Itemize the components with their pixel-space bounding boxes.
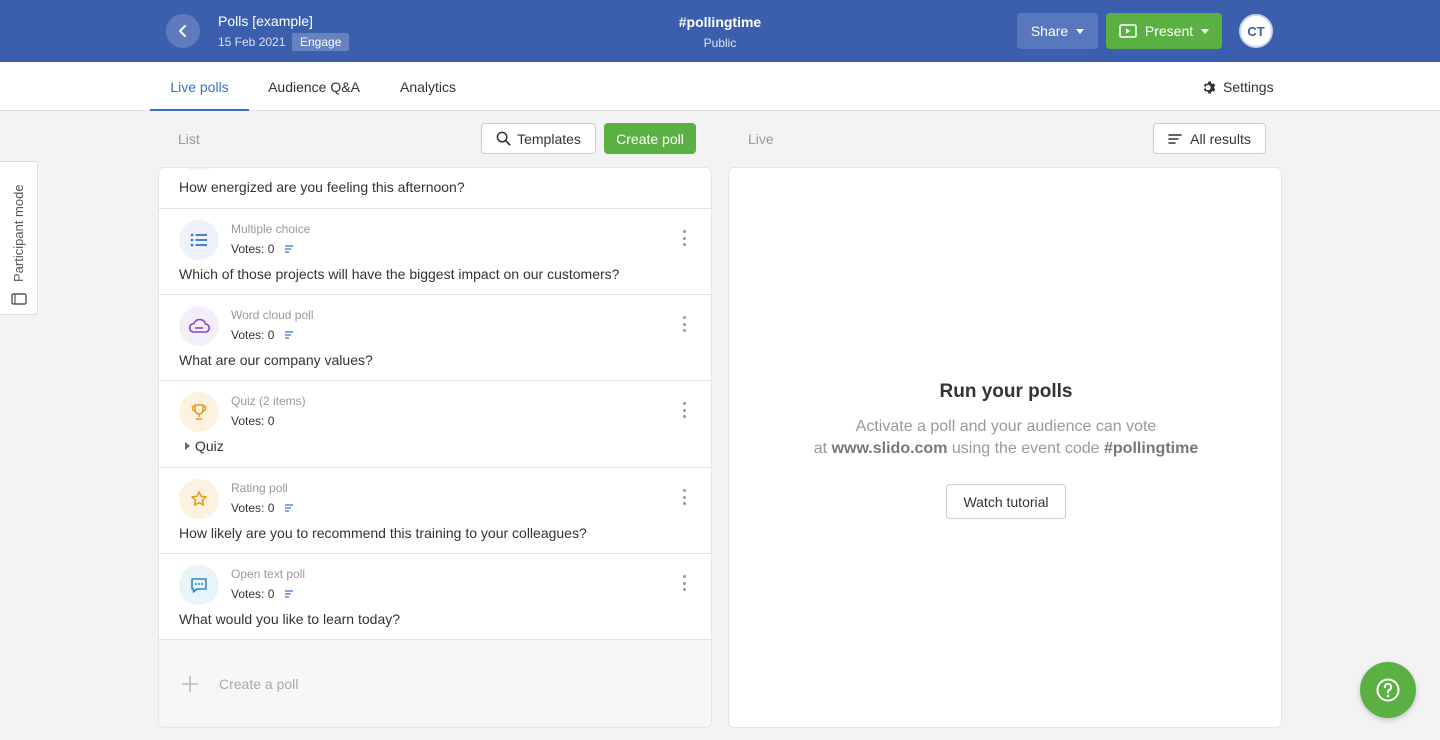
more-options-icon[interactable] <box>676 573 692 593</box>
poll-question: What are our company values? <box>179 352 373 368</box>
poll-votes: Votes: 0 <box>231 414 274 428</box>
poll-question: How energized are you feeling this after… <box>179 179 465 195</box>
star-icon <box>179 479 219 519</box>
results-icon <box>285 590 294 598</box>
user-avatar[interactable]: CT <box>1239 14 1273 48</box>
list-item[interactable]: Word cloud poll Votes: 0 What are our co… <box>159 295 711 381</box>
cloud-icon <box>179 306 219 346</box>
all-results-label: All results <box>1190 130 1251 147</box>
present-label: Present <box>1144 23 1194 39</box>
device-icon <box>11 293 27 305</box>
list-item[interactable]: Quiz (2 items) Votes: 0 Quiz <box>159 381 711 468</box>
help-button[interactable] <box>1360 662 1416 718</box>
caret-right-icon <box>185 442 190 450</box>
event-title[interactable]: Polls [example] <box>218 13 313 29</box>
event-code-hint: #pollingtime <box>1104 440 1199 457</box>
poll-list-panel: How energized are you feeling this after… <box>158 167 712 728</box>
hint-mid: using the event code <box>947 440 1104 457</box>
back-button[interactable] <box>166 14 200 48</box>
participant-mode-tab[interactable]: Participant mode <box>0 161 38 315</box>
participant-mode-label: Participant mode <box>11 184 26 282</box>
poll-question: Which of those projects will have the bi… <box>179 266 620 282</box>
tab-analytics[interactable]: Analytics <box>387 62 469 111</box>
live-section-label: Live <box>748 131 774 147</box>
all-results-button[interactable]: All results <box>1153 123 1266 154</box>
more-options-icon[interactable] <box>676 314 692 334</box>
poll-type: Word cloud poll <box>231 308 314 322</box>
poll-type: Multiple choice <box>231 222 311 236</box>
watch-tutorial-button[interactable]: Watch tutorial <box>946 484 1066 519</box>
gear-icon <box>1203 81 1216 93</box>
question-circle-icon <box>1376 678 1400 702</box>
poll-question: What would you like to learn today? <box>179 611 401 627</box>
event-privacy: Public <box>703 36 737 50</box>
run-polls-title: Run your polls <box>939 381 1073 402</box>
hint-prefix: at <box>813 440 832 457</box>
present-button[interactable]: Present <box>1106 13 1222 49</box>
votes-count: Votes: 0 <box>231 414 275 428</box>
poll-type: Rating poll <box>231 481 288 495</box>
caret-down-icon <box>1201 28 1210 34</box>
quiz-label: Quiz <box>195 438 224 454</box>
trophy-icon <box>179 392 219 432</box>
run-polls-hint: Activate a poll and your audience can vo… <box>855 418 1157 435</box>
chat-icon <box>179 565 219 605</box>
create-poll-label: Create a poll <box>219 676 299 692</box>
sort-lines-icon <box>1168 133 1182 144</box>
share-button[interactable]: Share <box>1017 13 1098 49</box>
event-code: #pollingtime <box>678 14 762 30</box>
chevron-left-icon <box>179 25 186 37</box>
list-item[interactable]: Open text poll Votes: 0 What would you l… <box>159 554 711 640</box>
votes-count: Votes: 0 <box>231 501 275 515</box>
list-item[interactable]: Multiple choice Votes: 0 Which of those … <box>159 209 711 295</box>
search-icon <box>496 131 511 146</box>
results-icon <box>285 331 294 339</box>
more-options-icon[interactable] <box>676 487 692 507</box>
tab-live-polls[interactable]: Live polls <box>150 62 249 111</box>
templates-button[interactable]: Templates <box>481 123 596 154</box>
poll-votes: Votes: 0 <box>231 242 294 256</box>
site-url: www.slido.com <box>831 440 948 457</box>
list-item[interactable]: Rating poll Votes: 0 How likely are you … <box>159 468 711 554</box>
create-poll-button[interactable]: Create poll <box>604 123 696 154</box>
event-date: 15 Feb 2021 <box>218 35 286 49</box>
plus-icon <box>182 676 198 692</box>
results-icon <box>285 504 294 512</box>
more-options-icon[interactable] <box>676 400 692 420</box>
templates-label: Templates <box>517 130 581 147</box>
quiz-expand-toggle[interactable]: Quiz <box>185 438 224 454</box>
poll-type-icon <box>179 168 219 170</box>
votes-count: Votes: 0 <box>231 328 275 342</box>
poll-votes: Votes: 0 <box>231 501 294 515</box>
list-item[interactable]: How energized are you feeling this after… <box>159 168 711 209</box>
live-panel: Run your polls Activate a poll and your … <box>728 167 1282 728</box>
poll-type: Open text poll <box>231 567 306 581</box>
poll-type: Quiz (2 items) <box>231 394 306 408</box>
share-label: Share <box>1030 23 1069 39</box>
settings-button[interactable]: Settings <box>1202 79 1274 95</box>
votes-count: Votes: 0 <box>231 242 275 256</box>
event-badge: Engage <box>292 33 350 51</box>
caret-down-icon <box>1076 28 1085 34</box>
present-icon <box>1119 24 1137 38</box>
create-poll-row[interactable]: Create a poll <box>159 640 711 727</box>
tab-bar: Live polls Audience Q&A Analytics Settin… <box>0 62 1440 111</box>
more-options-icon[interactable] <box>676 228 692 248</box>
results-icon <box>285 245 294 253</box>
tab-audience-qa[interactable]: Audience Q&A <box>257 62 371 111</box>
settings-label: Settings <box>1223 79 1274 95</box>
poll-question: How likely are you to recommend this tra… <box>179 525 587 541</box>
poll-votes: Votes: 0 <box>231 328 294 342</box>
votes-count: Votes: 0 <box>231 587 275 601</box>
poll-votes: Votes: 0 <box>231 587 294 601</box>
run-polls-hint-2: at www.slido.com using the event code #p… <box>729 440 1283 458</box>
list-icon <box>179 220 219 260</box>
top-bar: Polls [example] 15 Feb 2021 Engage #poll… <box>0 0 1440 62</box>
list-section-label: List <box>178 131 200 147</box>
